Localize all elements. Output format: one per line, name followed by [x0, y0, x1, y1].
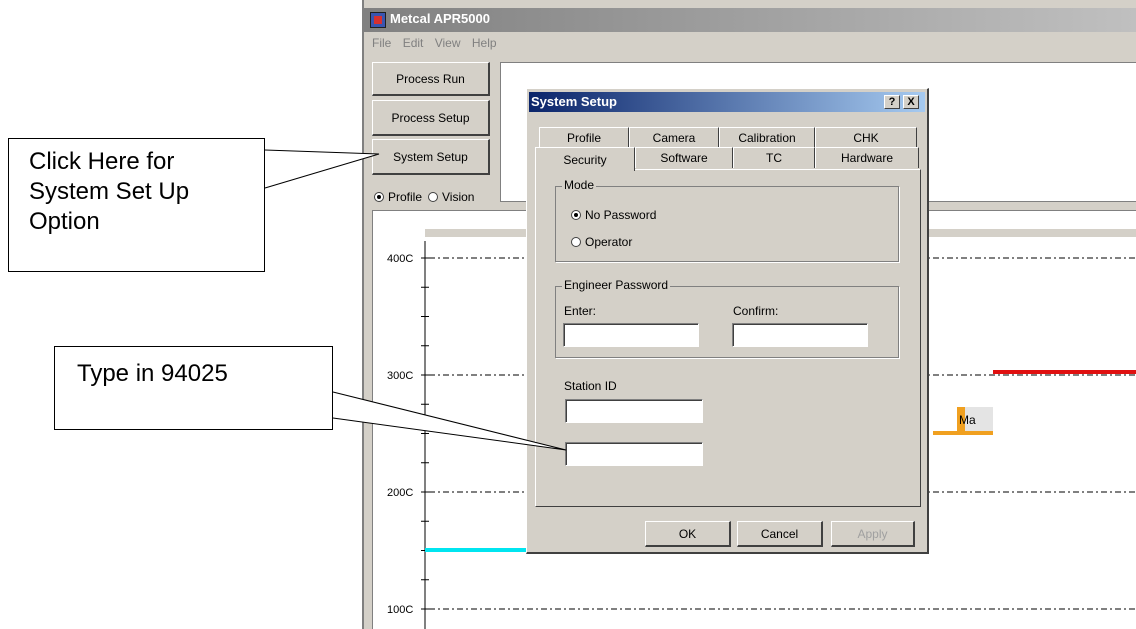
system-setup-callout-text: Click Here for System Set Up Option: [29, 148, 190, 235]
mode-group-label: Mode: [562, 178, 597, 192]
dialog-title-bar: System Setup ? X: [529, 92, 925, 112]
y-tick-label: 300C: [387, 370, 413, 382]
y-tick-label: 100C: [387, 604, 413, 616]
confirm-label: Confirm:: [733, 304, 779, 318]
y-tick-label: 400C: [387, 253, 413, 265]
operator-label: Operator: [585, 235, 633, 249]
system-setup-dialog: System Setup ? X Profile Camera Calibrat…: [526, 88, 929, 554]
tab-chk[interactable]: CHK: [815, 127, 917, 147]
station-id-label: Station ID: [564, 379, 617, 393]
password-entry-field[interactable]: [565, 442, 703, 466]
tab-calibration[interactable]: Calibration: [719, 127, 815, 147]
tab-profile[interactable]: Profile: [539, 127, 629, 147]
type-in-callout-text: Type in 94025: [77, 360, 228, 387]
menu-view[interactable]: View: [435, 36, 461, 50]
menu-edit[interactable]: Edit: [403, 36, 424, 50]
system-setup-callout: Click Here for System Set Up Option: [8, 138, 265, 272]
no-password-radio[interactable]: [571, 210, 581, 220]
y-tick-label: 200C: [387, 487, 413, 499]
tab-software[interactable]: Software: [635, 147, 733, 168]
vision-radio[interactable]: [428, 192, 439, 202]
dialog-title: System Setup: [531, 94, 617, 109]
tab-tc[interactable]: TC: [733, 147, 815, 168]
type-in-callout: Type in 94025: [54, 346, 333, 430]
vision-radio-label: Vision: [442, 190, 475, 204]
enter-password-field[interactable]: [563, 323, 699, 347]
process-setup-button[interactable]: Process Setup: [372, 100, 490, 136]
close-icon[interactable]: X: [903, 95, 919, 109]
y-tick-labels: 400C 300C 200C 100C: [387, 253, 413, 616]
menu-help[interactable]: Help: [472, 36, 497, 50]
title-bar: Metcal APR5000: [364, 8, 1136, 32]
process-run-button[interactable]: Process Run: [372, 62, 490, 96]
engineer-password-group: Engineer Password: [555, 278, 899, 358]
apply-button[interactable]: Apply: [831, 521, 915, 547]
profile-radio-label: Profile: [388, 190, 423, 204]
operator-option: Operator: [571, 235, 632, 249]
window-title: Metcal APR5000: [390, 11, 490, 26]
tab-camera[interactable]: Camera: [629, 127, 719, 147]
no-password-option: No Password: [571, 208, 656, 222]
menu-bar: File Edit View Help: [372, 36, 505, 54]
confirm-password-field[interactable]: [732, 323, 868, 347]
system-setup-button[interactable]: System Setup: [372, 139, 490, 175]
operator-radio[interactable]: [571, 237, 581, 247]
view-mode-radios: Profile Vision: [374, 190, 474, 204]
menu-file[interactable]: File: [372, 36, 391, 50]
help-icon[interactable]: ?: [884, 95, 900, 109]
enter-label: Enter:: [564, 304, 597, 318]
ok-button[interactable]: OK: [645, 521, 731, 547]
tab-security[interactable]: Security: [535, 147, 635, 171]
tab-hardware[interactable]: Hardware: [815, 147, 919, 168]
app-icon: [370, 12, 386, 28]
no-password-label: No Password: [585, 208, 657, 222]
profile-radio[interactable]: [374, 192, 384, 202]
station-id-field[interactable]: [565, 399, 703, 423]
cancel-button[interactable]: Cancel: [737, 521, 823, 547]
annotation-label: Ma: [959, 413, 976, 427]
engineer-password-label: Engineer Password: [562, 278, 671, 292]
mode-group: Mode: [555, 178, 899, 262]
